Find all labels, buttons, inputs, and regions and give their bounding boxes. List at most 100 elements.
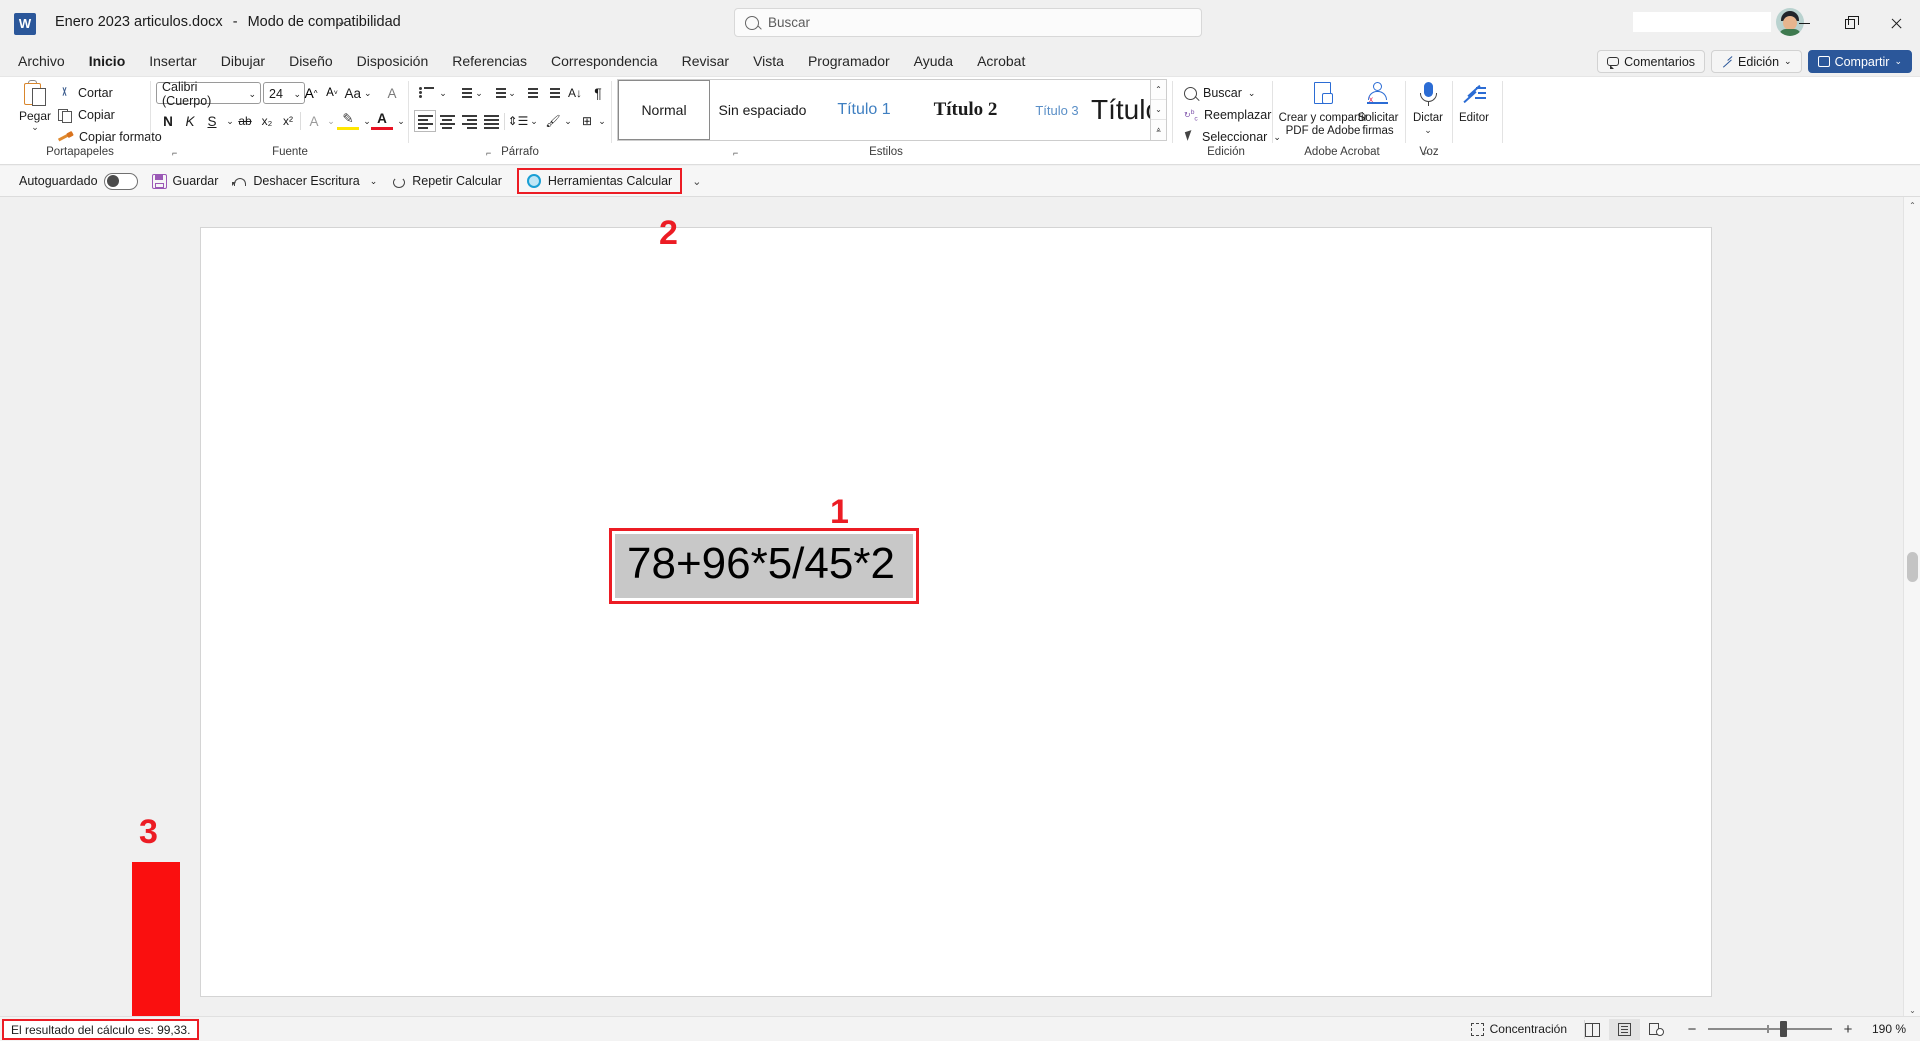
tab-diseno[interactable]: Diseño [277,50,345,73]
minimize-button[interactable] [1781,0,1827,47]
tab-vista[interactable]: Vista [741,50,796,73]
superscript-button[interactable]: x² [277,110,299,132]
share-button[interactable]: Compartir ⌄ [1807,50,1912,73]
justify-button[interactable] [480,110,502,132]
search-input[interactable]: Buscar [734,8,1202,37]
save-button[interactable]: Guardar [145,169,226,194]
paste-button[interactable]: Pegar ⌄ [14,80,56,132]
bold-button[interactable]: N [157,110,179,132]
styles-scroll-down[interactable]: ⌄ [1151,100,1166,120]
editing-mode-button[interactable]: Edición ⌄ [1711,50,1802,73]
underline-label: S [207,113,217,129]
style-titulo[interactable]: Título [1091,80,1161,140]
web-layout-button[interactable] [1640,1019,1673,1040]
chevron-down-icon[interactable]: ⌄ [248,89,256,100]
redo-label: Repetir Calcular [412,174,502,188]
zoom-in-button[interactable]: + [1841,1021,1855,1038]
shrink-font-button[interactable]: A ˅ [321,82,343,104]
zoom-slider[interactable] [1708,1021,1832,1037]
highlighter-icon: ✎ [342,110,354,126]
tab-referencias[interactable]: Referencias [440,50,539,73]
show-formatting-marks-button[interactable]: ¶ [588,82,608,104]
align-center-button[interactable] [436,110,458,132]
chevron-down-icon[interactable]: ⌄ [337,15,346,28]
clipboard-dialog-launcher[interactable]: ⌐ [172,148,177,158]
paintbrush-icon [58,130,73,144]
vertical-scrollbar[interactable]: ⌃ ⌄ [1903,197,1920,1018]
numbering-dropdown[interactable]: ⌄ [472,82,486,104]
restore-button[interactable] [1827,0,1873,47]
chevron-down-icon[interactable]: ⌄ [370,176,378,187]
bullets-dropdown[interactable]: ⌄ [436,82,450,104]
close-button[interactable] [1873,0,1919,47]
font-color-label: A [377,111,387,126]
editor-button[interactable]: Editor [1452,80,1496,125]
qat-more-button[interactable]: ⌄ [692,175,701,188]
tab-disposicion[interactable]: Disposición [345,50,441,73]
sort-button[interactable]: A↓ [564,82,586,104]
chevron-down-icon[interactable]: ⌄ [364,88,372,99]
replace-button[interactable]: ↻bc Reemplazar [1184,108,1271,122]
strikethrough-button[interactable]: ab [234,110,256,132]
zoom-level-label[interactable]: 190 % [1864,1022,1906,1036]
print-layout-button[interactable] [1609,1018,1640,1040]
style-normal[interactable]: Normal [618,80,710,140]
styles-scroll-up[interactable]: ⌃ [1151,80,1166,100]
borders-dropdown[interactable]: ⌄ [595,110,609,132]
style-titulo-3[interactable]: Título 3 [1018,80,1096,140]
tab-dibujar[interactable]: Dibujar [209,50,277,73]
request-signatures-button[interactable]: x Solicitar firmas [1349,80,1407,138]
multilevel-dropdown[interactable]: ⌄ [505,82,519,104]
increase-indent-button[interactable] [541,82,563,104]
zoom-out-button[interactable]: − [1685,1021,1699,1038]
change-case-button[interactable]: Aa ⌄ [344,82,372,104]
line-spacing-button[interactable]: ⇕☰ [507,110,529,132]
autosave-toggle[interactable]: Autoguardado [12,169,145,194]
tab-correspondencia[interactable]: Correspondencia [539,50,670,73]
style-titulo-2[interactable]: Título 2 [913,80,1018,140]
styles-scrollbar[interactable]: ⌃ ⌄ ⩓ [1150,79,1167,141]
redo-button[interactable]: Repetir Calcular [384,169,509,194]
document-page[interactable]: 78+96*5/45*2 [200,227,1712,997]
tab-insertar[interactable]: Insertar [137,50,208,73]
format-painter-button[interactable]: Copiar formato [58,130,162,144]
italic-button[interactable]: K [179,110,201,132]
tab-archivo[interactable]: Archivo [6,50,77,73]
chevron-down-icon[interactable]: ⌄ [1248,88,1256,99]
align-left-button[interactable] [414,110,436,132]
font-name-combobox[interactable]: Calibri (Cuerpo) ⌄ [156,80,261,108]
tab-ayuda[interactable]: Ayuda [902,50,965,73]
undo-button[interactable]: Deshacer Escritura ⌄ [225,169,384,194]
style-sin-espaciado[interactable]: Sin espaciado [710,80,815,140]
dictate-button[interactable]: Dictar ⌄ [1406,80,1450,136]
zoom-slider-thumb[interactable] [1780,1021,1787,1037]
scroll-up-arrow-icon[interactable]: ⌃ [1904,197,1920,213]
shading-dropdown[interactable]: ⌄ [561,110,575,132]
copy-button[interactable]: Copiar [58,108,115,123]
font-size-combobox[interactable]: 24 ⌄ [263,82,305,104]
decrease-indent-button[interactable] [519,82,541,104]
chevron-down-icon[interactable]: ⌄ [14,123,56,132]
calc-tools-button[interactable]: Herramientas Calcular [516,168,683,194]
cut-button[interactable]: Cortar [58,86,113,100]
find-button[interactable]: Buscar ⌄ [1184,86,1255,100]
comments-button[interactable]: Comentarios [1597,50,1706,73]
align-right-button[interactable] [458,110,480,132]
chevron-down-icon[interactable]: ⌄ [1406,125,1450,136]
read-mode-button[interactable] [1576,1019,1609,1040]
select-button[interactable]: Seleccionar ⌄ [1184,130,1281,144]
tab-revisar[interactable]: Revisar [670,50,741,73]
tab-acrobat[interactable]: Acrobat [965,50,1037,73]
subscript-button[interactable]: x₂ [256,110,278,132]
tab-inicio[interactable]: Inicio [77,50,138,78]
focus-mode-button[interactable]: Concentración [1462,1019,1576,1040]
scrollbar-thumb[interactable] [1907,552,1918,582]
line-spacing-dropdown[interactable]: ⌄ [527,110,541,132]
grow-font-button[interactable]: A ^ [300,82,322,104]
styles-more-button[interactable]: ⩓ [1151,120,1166,140]
tab-programador[interactable]: Programador [796,50,902,73]
formula-text[interactable]: 78+96*5/45*2 [615,534,913,598]
bullets-button[interactable] [414,82,438,104]
clear-formatting-button[interactable]: A [381,82,403,104]
style-titulo-1[interactable]: Título 1 [815,80,913,140]
